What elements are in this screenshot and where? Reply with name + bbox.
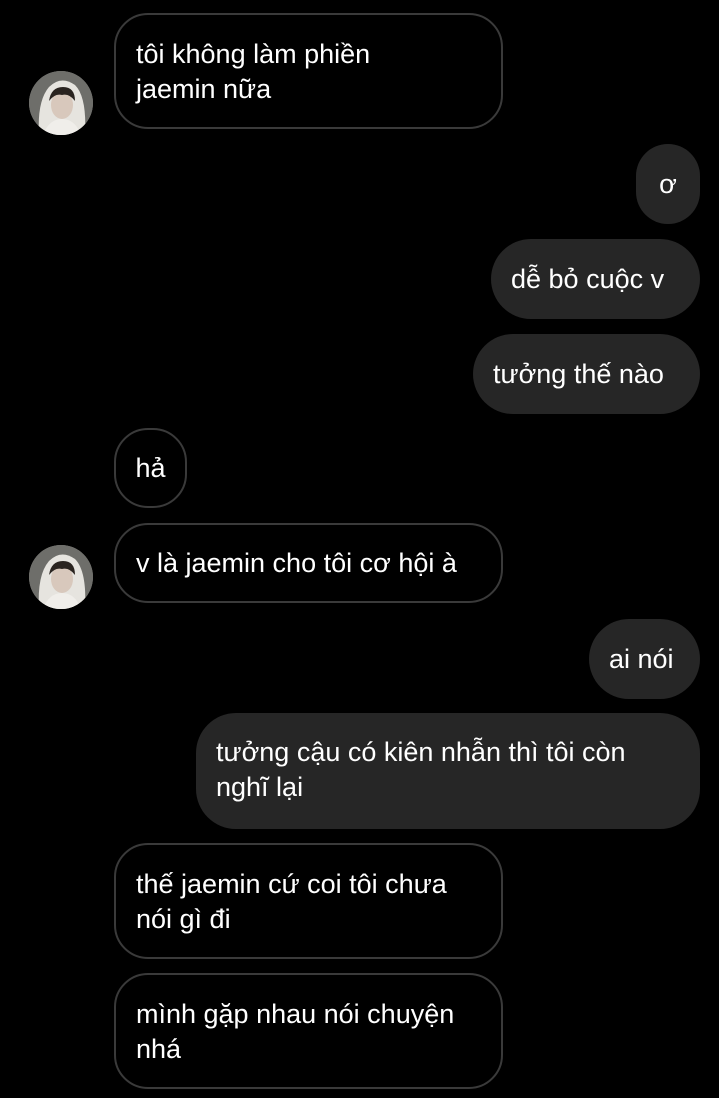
message-bubble-incoming[interactable]: hả <box>114 428 187 508</box>
message-text-line: nghĩ lại <box>216 772 304 802</box>
message-text: dễ bỏ cuộc v <box>511 263 665 294</box>
message-bubble-outgoing[interactable]: dễ bỏ cuộc v <box>491 239 700 319</box>
message-text-line: nhá <box>136 1034 182 1064</box>
message-bubble-incoming[interactable]: mình gặp nhau nói chuyện nhá <box>114 973 503 1089</box>
message-text: tưởng thế nào <box>493 358 664 389</box>
message-text-line: jaemin nữa <box>136 74 272 104</box>
message-bubble-incoming[interactable]: thế jaemin cứ coi tôi chưa nói gì đi <box>114 843 503 959</box>
message-text: ai nói <box>609 643 674 674</box>
avatar-image <box>29 545 93 609</box>
message-bubble-incoming[interactable]: v là jaemin cho tôi cơ hội à <box>114 523 503 603</box>
message-text: hả <box>135 452 166 483</box>
message-text: ơ <box>659 168 677 199</box>
message-bubble-outgoing[interactable]: tưởng cậu có kiên nhẫn thì tôi còn nghĩ … <box>196 713 700 829</box>
message-bubble-outgoing[interactable]: ơ <box>636 144 700 224</box>
message-text-line: mình gặp nhau nói chuyện <box>136 999 455 1029</box>
message-bubble-outgoing[interactable]: ai nói <box>589 619 700 699</box>
message-text-line: tưởng cậu có kiên nhẫn thì tôi còn <box>216 737 626 767</box>
avatar-image <box>29 71 93 135</box>
contact-avatar[interactable] <box>29 545 93 609</box>
message-bubble-outgoing[interactable]: tưởng thế nào <box>473 334 700 414</box>
message-bubble-incoming[interactable]: tôi không làm phiền jaemin nữa <box>114 13 503 129</box>
message-text-line: nói gì đi <box>136 904 231 934</box>
message-text-line: thế jaemin cứ coi tôi chưa <box>136 869 447 899</box>
chat-thread: tôi không làm phiền jaemin nữa ơ dễ bỏ c… <box>0 0 719 1098</box>
contact-avatar[interactable] <box>29 71 93 135</box>
message-text: v là jaemin cho tôi cơ hội à <box>136 547 457 578</box>
message-text-line: tôi không làm phiền <box>136 39 371 69</box>
